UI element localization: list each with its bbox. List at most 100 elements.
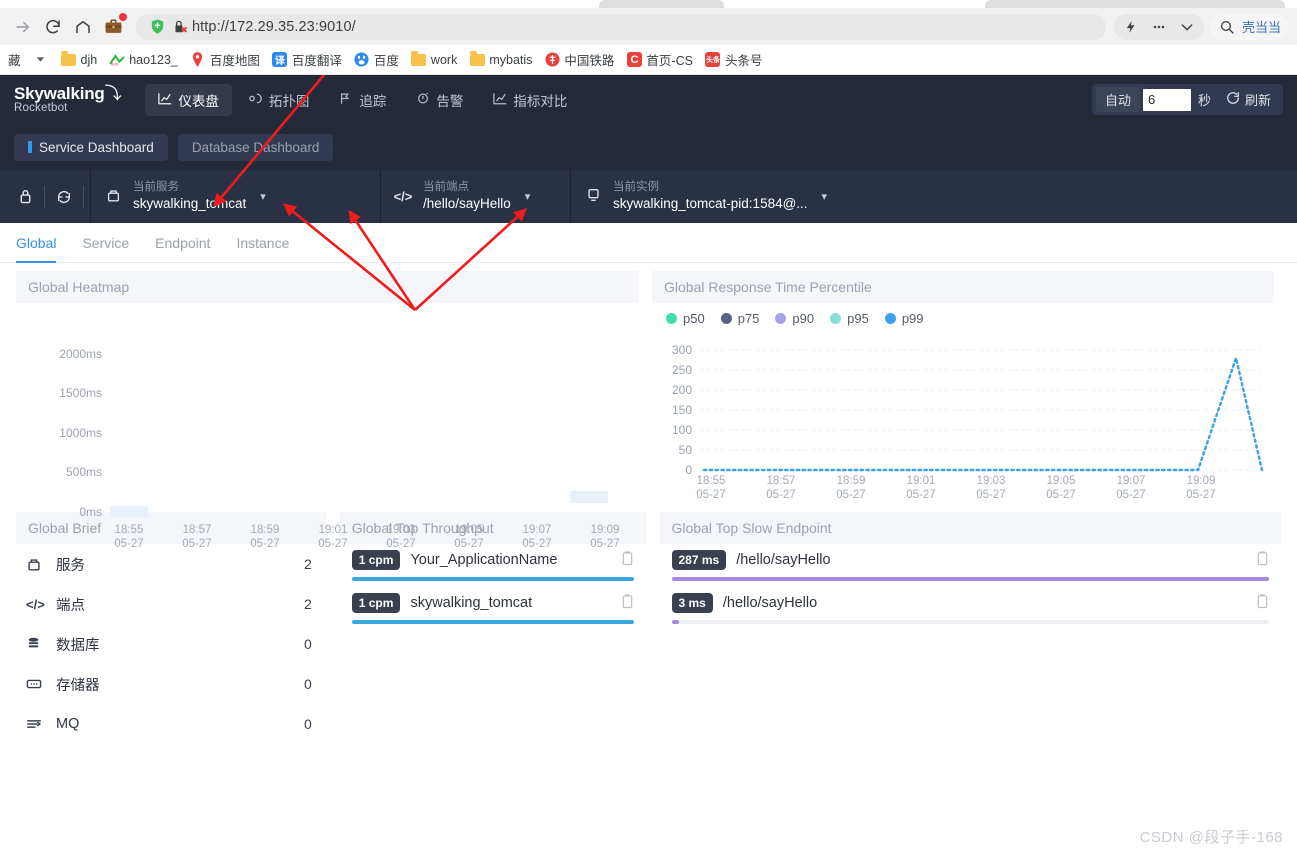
- selector-current-endpoint[interactable]: </> 当前端点 /hello/sayHello ▾: [380, 170, 570, 223]
- x-tick-label: 19:03 05-27: [976, 475, 1006, 502]
- shield-extension-icon[interactable]: [146, 16, 168, 38]
- panel-top-slow-endpoint: Global Top Slow Endpoint 287 ms /hello/s…: [659, 512, 1282, 744]
- legend-label: p95: [847, 311, 869, 326]
- throughput-badge: 1 cpm: [351, 593, 401, 613]
- browser-search-box[interactable]: 壳当当: [1209, 13, 1289, 40]
- x-tick-label: 19:09 05-27: [590, 524, 620, 551]
- reload-icon[interactable]: [38, 12, 68, 42]
- copy-icon[interactable]: [1256, 594, 1269, 612]
- refresh-interval-input[interactable]: [1142, 88, 1191, 111]
- subtab-endpoint[interactable]: Endpoint: [155, 223, 210, 263]
- alarm-icon: [416, 92, 430, 108]
- brief-value: 2: [303, 596, 312, 612]
- brief-label: MQ: [56, 716, 80, 732]
- y-tick-label: 500ms: [65, 465, 102, 479]
- copy-icon[interactable]: [1256, 551, 1269, 569]
- home-icon[interactable]: [68, 12, 98, 42]
- folder-icon: [411, 50, 427, 68]
- subtab-instance[interactable]: Instance: [236, 223, 289, 263]
- selector-current-instance[interactable]: 当前实例 skywalking_tomcat-pid:1584@... ▾: [570, 170, 860, 223]
- address-bar[interactable]: http://172.29.35.23:9010/: [136, 13, 1106, 40]
- tab-service-dashboard[interactable]: Service Dashboard: [14, 133, 168, 161]
- subtab-global[interactable]: Global: [16, 223, 57, 263]
- brief-row-cache: 存储器 0: [16, 664, 326, 704]
- bookmark-label: 中国铁路: [564, 54, 615, 68]
- auto-refresh-group: 自动 秒 刷新: [1091, 84, 1283, 115]
- brief-value: 0: [303, 716, 312, 732]
- bookmark-item-baidu[interactable]: 百度: [348, 48, 405, 72]
- legend-item-p50[interactable]: p50: [666, 311, 705, 326]
- legend-item-p95[interactable]: p95: [830, 311, 869, 326]
- blocked-cookie-icon[interactable]: [168, 16, 192, 38]
- legend-item-p75[interactable]: p75: [720, 311, 759, 326]
- lock-icon[interactable]: [6, 170, 44, 223]
- auto-refresh-toggle[interactable]: 自动: [1095, 87, 1140, 112]
- skywalking-app: Skywalking⤵ Rocketbot 仪表盘 拓扑图 追踪 告警 指标对比…: [0, 75, 1297, 857]
- chevron-down-icon[interactable]: ▾: [822, 190, 828, 203]
- nav-item-trace[interactable]: 追踪: [326, 84, 399, 116]
- y-tick-label: 1000ms: [59, 426, 102, 440]
- nav-item-dashboard[interactable]: 仪表盘: [145, 83, 232, 116]
- nav-item-alarm[interactable]: 告警: [403, 84, 476, 116]
- subtab-service[interactable]: Service: [82, 223, 129, 263]
- url-text: http://172.29.35.23:9010/: [192, 18, 356, 35]
- bookmark-item-hao123[interactable]: hoo hao123_: [103, 48, 184, 72]
- bookmark-overflow[interactable]: [27, 48, 55, 72]
- bookmark-label: hao123_: [129, 52, 178, 67]
- bookmark-label: 百度翻译: [291, 54, 342, 68]
- chevron-down-icon[interactable]: ▾: [525, 190, 531, 203]
- selector-current-service[interactable]: 当前服务 skywalking_tomcat ▾: [90, 170, 380, 223]
- more-options-icon[interactable]: [1146, 15, 1172, 39]
- app-logo[interactable]: Skywalking⤵ Rocketbot: [14, 83, 122, 115]
- x-tick-label: 19:03 05-27: [386, 524, 416, 551]
- bookmark-item-baidu-translate[interactable]: 译 百度翻译: [266, 48, 348, 72]
- endpoint-icon: </>: [26, 596, 45, 612]
- bookmark-item-work[interactable]: work: [405, 48, 463, 72]
- throughput-item[interactable]: 1 cpm skywalking_tomcat: [340, 581, 646, 624]
- logo-name: Skywalking⤵: [14, 83, 122, 103]
- chevron-down-icon[interactable]: ▾: [260, 190, 266, 203]
- x-tick-label: 18:57 05-27: [766, 475, 796, 502]
- bookmark-item-baidu-map[interactable]: 百度地图: [184, 48, 266, 72]
- briefcase-extension-icon[interactable]: [98, 12, 128, 42]
- sync-icon[interactable]: [45, 170, 83, 223]
- chevron-down-icon[interactable]: [1174, 15, 1200, 39]
- slow-endpoint-item[interactable]: 287 ms /hello/sayHello: [660, 544, 1282, 581]
- x-tick-label: 18:55 05-27: [696, 475, 726, 502]
- selector-value: skywalking_tomcat: [133, 195, 247, 211]
- slow-endpoint-item[interactable]: 3 ms /hello/sayHello: [660, 581, 1282, 624]
- legend-item-p90[interactable]: p90: [775, 311, 814, 326]
- bookmark-item[interactable]: 藏: [2, 48, 27, 72]
- tab-database-dashboard[interactable]: Database Dashboard: [177, 133, 334, 161]
- bookmark-item-railway[interactable]: 中国铁路: [538, 48, 620, 72]
- selector-value: /hello/sayHello: [423, 195, 511, 211]
- background-tab[interactable]: [985, 0, 1285, 8]
- baidu-paw-icon: [354, 52, 370, 68]
- legend-item-p99[interactable]: p99: [884, 311, 924, 326]
- heatmap-cell[interactable]: [570, 491, 608, 503]
- legend-label: p99: [901, 311, 924, 326]
- charts-row: Global Heatmap 2000ms 1500ms 1000ms 500m…: [16, 271, 1281, 550]
- bookmark-label: djh: [80, 52, 98, 67]
- heatmap-chart: 2000ms 1500ms 1000ms 500ms 0ms 18:55 05-2…: [16, 303, 638, 550]
- y-tick-label: 0ms: [79, 505, 102, 519]
- panel-response-time-percentile: Global Response Time Percentile p50 p75 …: [652, 271, 1274, 508]
- y-tick-label: 1500ms: [59, 386, 102, 400]
- bookmark-item-mybatis[interactable]: mybatis: [463, 48, 538, 72]
- background-tab[interactable]: [599, 0, 724, 8]
- slow-endpoint-line: 3 ms /hello/sayHello: [671, 593, 1270, 613]
- nav-item-topology[interactable]: 拓扑图: [236, 84, 323, 116]
- translate-icon: 译: [272, 52, 288, 68]
- forward-arrow-icon[interactable]: [8, 12, 38, 42]
- copy-icon[interactable]: [621, 551, 634, 569]
- refresh-button[interactable]: 刷新: [1218, 87, 1279, 112]
- slow-endpoint-bar-fill: [671, 620, 679, 624]
- lightning-icon[interactable]: [1118, 15, 1144, 39]
- bookmark-item-csdn[interactable]: C 首页-CS: [620, 48, 699, 72]
- bookmark-item-toutiao[interactable]: 头条 头条号: [699, 48, 769, 72]
- copy-icon[interactable]: [621, 594, 634, 612]
- nav-item-compare[interactable]: 指标对比: [480, 84, 580, 116]
- search-text: 壳当当: [1241, 20, 1281, 35]
- heatmap-cell[interactable]: [110, 506, 148, 518]
- bookmark-item-djh[interactable]: djh: [55, 48, 104, 72]
